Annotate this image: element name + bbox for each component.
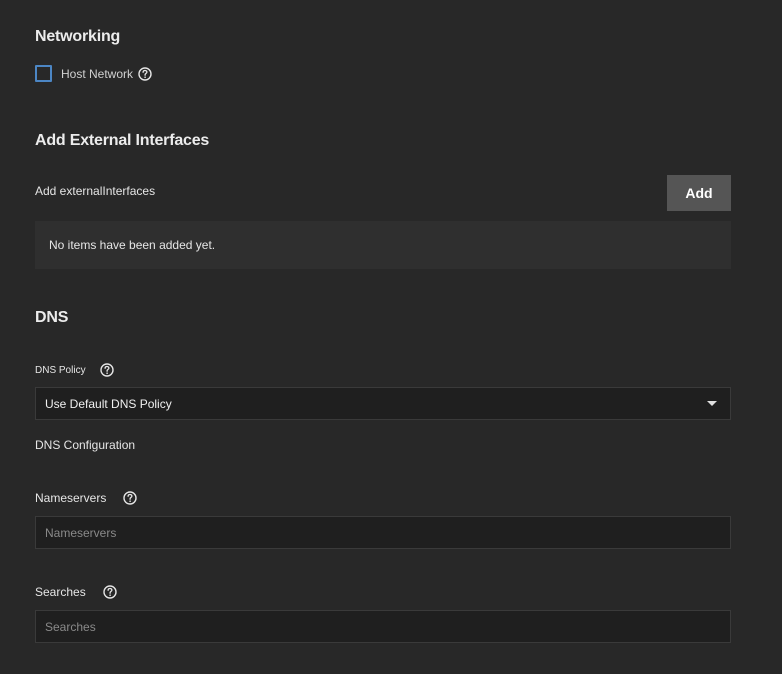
nameservers-label-row: Nameservers [35, 491, 138, 505]
nameservers-help-icon[interactable] [123, 491, 138, 505]
dns-networking-form: Networking Host Network Add External Int… [0, 0, 782, 674]
dropdown-arrow-icon [707, 401, 717, 406]
host-network-label[interactable]: Host Network [61, 67, 133, 81]
dns-policy-label: DNS Policy [35, 364, 86, 376]
dns-policy-selected-value: Use Default DNS Policy [45, 396, 172, 411]
host-network-row: Host Network [35, 65, 152, 82]
add-external-interface-button[interactable]: Add [667, 175, 731, 211]
searches-help-icon[interactable] [103, 585, 117, 599]
nameservers-label: Nameservers [35, 491, 107, 505]
dns-configuration-label: DNS Configuration [35, 438, 136, 452]
searches-input[interactable] [35, 610, 731, 643]
dns-policy-label-row: DNS Policy [35, 363, 114, 377]
host-network-help-icon[interactable] [138, 66, 152, 81]
external-interfaces-heading: Add External Interfaces [35, 132, 210, 149]
dns-heading: DNS [35, 309, 69, 326]
networking-heading: Networking [35, 28, 121, 45]
empty-state-message: No items have been added yet. [49, 238, 216, 252]
searches-label-row: Searches [35, 585, 117, 599]
nameservers-input[interactable] [35, 516, 731, 549]
external-interfaces-list-label: Add externalInterfaces [35, 184, 156, 198]
host-network-checkbox[interactable] [35, 65, 52, 82]
searches-label: Searches [35, 585, 86, 599]
external-interfaces-empty-state: No items have been added yet. [35, 221, 731, 269]
dns-policy-select[interactable]: Use Default DNS Policy [35, 387, 731, 420]
dns-policy-help-icon[interactable] [99, 363, 114, 377]
